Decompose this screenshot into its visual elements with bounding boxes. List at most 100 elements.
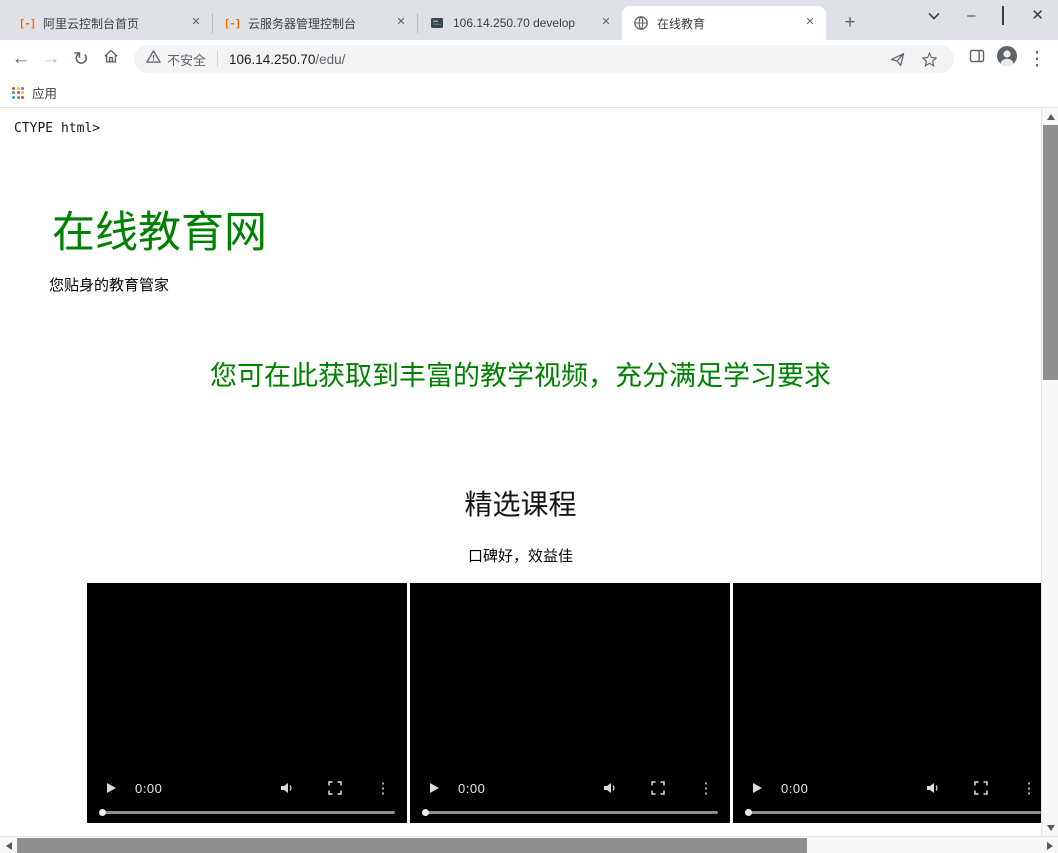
tab-title: 在线教育 <box>657 16 706 31</box>
tab-ecs-console[interactable]: [-] 云服务器管理控制台 ✕ <box>213 6 417 40</box>
minimize-button[interactable]: – <box>967 8 975 24</box>
bookmarks-bar: 应用 <box>0 78 1058 108</box>
maximize-button[interactable] <box>1002 6 1005 25</box>
horizontal-scroll-thumb[interactable] <box>17 838 807 853</box>
seek-bar[interactable] <box>745 809 1041 816</box>
back-button[interactable]: ← <box>6 44 36 74</box>
fullscreen-button[interactable] <box>971 778 991 798</box>
fullscreen-icon <box>328 781 342 795</box>
site-subtitle: 您贴身的教育管家 <box>49 277 170 294</box>
page-viewport: CTYPE html> 在线教育网 您贴身的教育管家 您可在此获取到丰富的教学视… <box>0 108 1058 853</box>
maximize-icon <box>1002 6 1005 25</box>
video-player[interactable]: 0:00 ⋮ <box>733 583 1041 823</box>
scroll-down-button[interactable] <box>1042 819 1058 836</box>
side-panel-icon <box>968 47 986 71</box>
volume-icon <box>604 783 615 793</box>
url-host: 106.14.250.70 <box>229 51 316 67</box>
fullscreen-button[interactable] <box>648 778 668 798</box>
avatar-icon <box>996 45 1018 73</box>
forward-button[interactable]: → <box>36 44 66 74</box>
video-player[interactable]: 0:00 ⋮ <box>87 583 407 823</box>
video-time-label: 0:00 <box>458 780 486 796</box>
chevron-down-icon[interactable] <box>928 7 940 25</box>
scroll-up-button[interactable] <box>1042 108 1058 125</box>
aliyun-logo-icon: [-] <box>18 16 37 30</box>
seek-bar[interactable] <box>422 809 718 816</box>
volume-icon <box>927 783 938 793</box>
reload-icon: ↻ <box>73 48 89 70</box>
video-time-label: 0:00 <box>135 780 163 796</box>
send-to-device-button[interactable] <box>884 46 910 72</box>
apps-grid-icon <box>12 86 24 99</box>
warning-icon[interactable] <box>146 49 161 69</box>
scroll-right-button[interactable] <box>1041 837 1058 853</box>
side-panel-button[interactable] <box>962 44 992 74</box>
video-controls: 0:00 ⋮ <box>733 773 1041 803</box>
volume-button[interactable] <box>600 778 620 798</box>
play-icon <box>753 783 762 793</box>
play-icon <box>430 783 439 793</box>
vertical-scrollbar[interactable] <box>1041 108 1058 836</box>
browser-menu-button[interactable]: ⋮ <box>1022 44 1052 74</box>
globe-icon <box>633 15 649 31</box>
overflow-menu-button[interactable]: ⋮ <box>696 778 716 798</box>
apps-shortcut[interactable]: 应用 <box>12 83 57 102</box>
play-button[interactable] <box>101 778 121 798</box>
profile-avatar[interactable] <box>992 44 1022 74</box>
tab-close-icon[interactable]: ✕ <box>802 15 818 31</box>
star-icon <box>921 52 937 66</box>
volume-button[interactable] <box>923 778 943 798</box>
video-row: 0:00 ⋮ 0:00 ⋮ 0:00 ⋮ <box>87 583 1041 823</box>
browser-window: [-] 阿里云控制台首页 ✕ [-] 云服务器管理控制台 ✕ 106.14.25… <box>0 0 1058 853</box>
tab-close-icon[interactable]: ✕ <box>598 15 614 31</box>
new-tab-button[interactable]: + <box>836 6 864 40</box>
volume-button[interactable] <box>277 778 297 798</box>
video-player[interactable]: 0:00 ⋮ <box>410 583 730 823</box>
address-bar[interactable]: 不安全 106.14.250.70/edu/ <box>134 45 954 73</box>
video-controls: 0:00 ⋮ <box>410 773 730 803</box>
tab-online-edu-active[interactable]: 在线教育 ✕ <box>622 6 826 40</box>
url-path: /edu/ <box>315 51 346 67</box>
video-controls: 0:00 ⋮ <box>87 773 407 803</box>
scroll-left-button[interactable] <box>0 837 17 853</box>
fullscreen-button[interactable] <box>325 778 345 798</box>
kebab-menu-icon: ⋮ <box>1027 48 1047 70</box>
url-text[interactable]: 106.14.250.70/edu/ <box>229 52 345 67</box>
aliyun-logo-icon: [-] <box>223 16 242 30</box>
overflow-menu-button[interactable]: ⋮ <box>1019 778 1039 798</box>
horizontal-scrollbar[interactable] <box>0 836 1058 853</box>
tagline: 您可在此获取到丰富的教学视频，充分满足学习要求 <box>210 361 831 391</box>
seek-bar[interactable] <box>99 809 395 816</box>
page-content: CTYPE html> 在线教育网 您贴身的教育管家 您可在此获取到丰富的教学视… <box>0 108 1041 836</box>
overflow-menu-button[interactable]: ⋮ <box>373 778 393 798</box>
play-button[interactable] <box>424 778 444 798</box>
security-label[interactable]: 不安全 <box>167 50 206 69</box>
tab-close-icon[interactable]: ✕ <box>393 15 409 31</box>
browser-toolbar: ← → ↻ 不安全 106.14.250.70/edu/ ⋮ <box>0 40 1058 78</box>
tab-title: 106.14.250.70 develop <box>453 16 576 30</box>
tab-title: 云服务器管理控制台 <box>248 16 357 31</box>
play-icon <box>107 783 116 793</box>
bookmark-star-button[interactable] <box>916 46 942 72</box>
home-button[interactable] <box>96 44 126 74</box>
server-favicon-icon <box>429 15 445 31</box>
reload-button[interactable]: ↻ <box>66 44 96 74</box>
apps-label: 应用 <box>32 87 58 101</box>
video-time-label: 0:00 <box>781 780 809 796</box>
volume-icon <box>281 783 292 793</box>
site-title: 在线教育网 <box>52 209 267 257</box>
featured-heading: 精选课程 <box>464 489 577 520</box>
window-caption-buttons: – ✕ <box>928 6 1044 25</box>
tab-title: 阿里云控制台首页 <box>43 16 140 31</box>
tab-server-develop[interactable]: 106.14.250.70 develop ✕ <box>418 6 622 40</box>
play-button[interactable] <box>747 778 767 798</box>
vertical-scroll-thumb[interactable] <box>1043 125 1058 380</box>
tab-close-icon[interactable]: ✕ <box>188 15 204 31</box>
doctype-fragment: CTYPE html> <box>14 121 101 136</box>
fullscreen-icon <box>651 781 665 795</box>
forward-icon: → <box>41 48 61 69</box>
close-window-button[interactable]: ✕ <box>1031 8 1044 24</box>
scroll-up-icon <box>1046 113 1055 120</box>
tab-aliyun-home[interactable]: [-] 阿里云控制台首页 ✕ <box>8 6 212 40</box>
omnibox-divider <box>217 51 219 67</box>
